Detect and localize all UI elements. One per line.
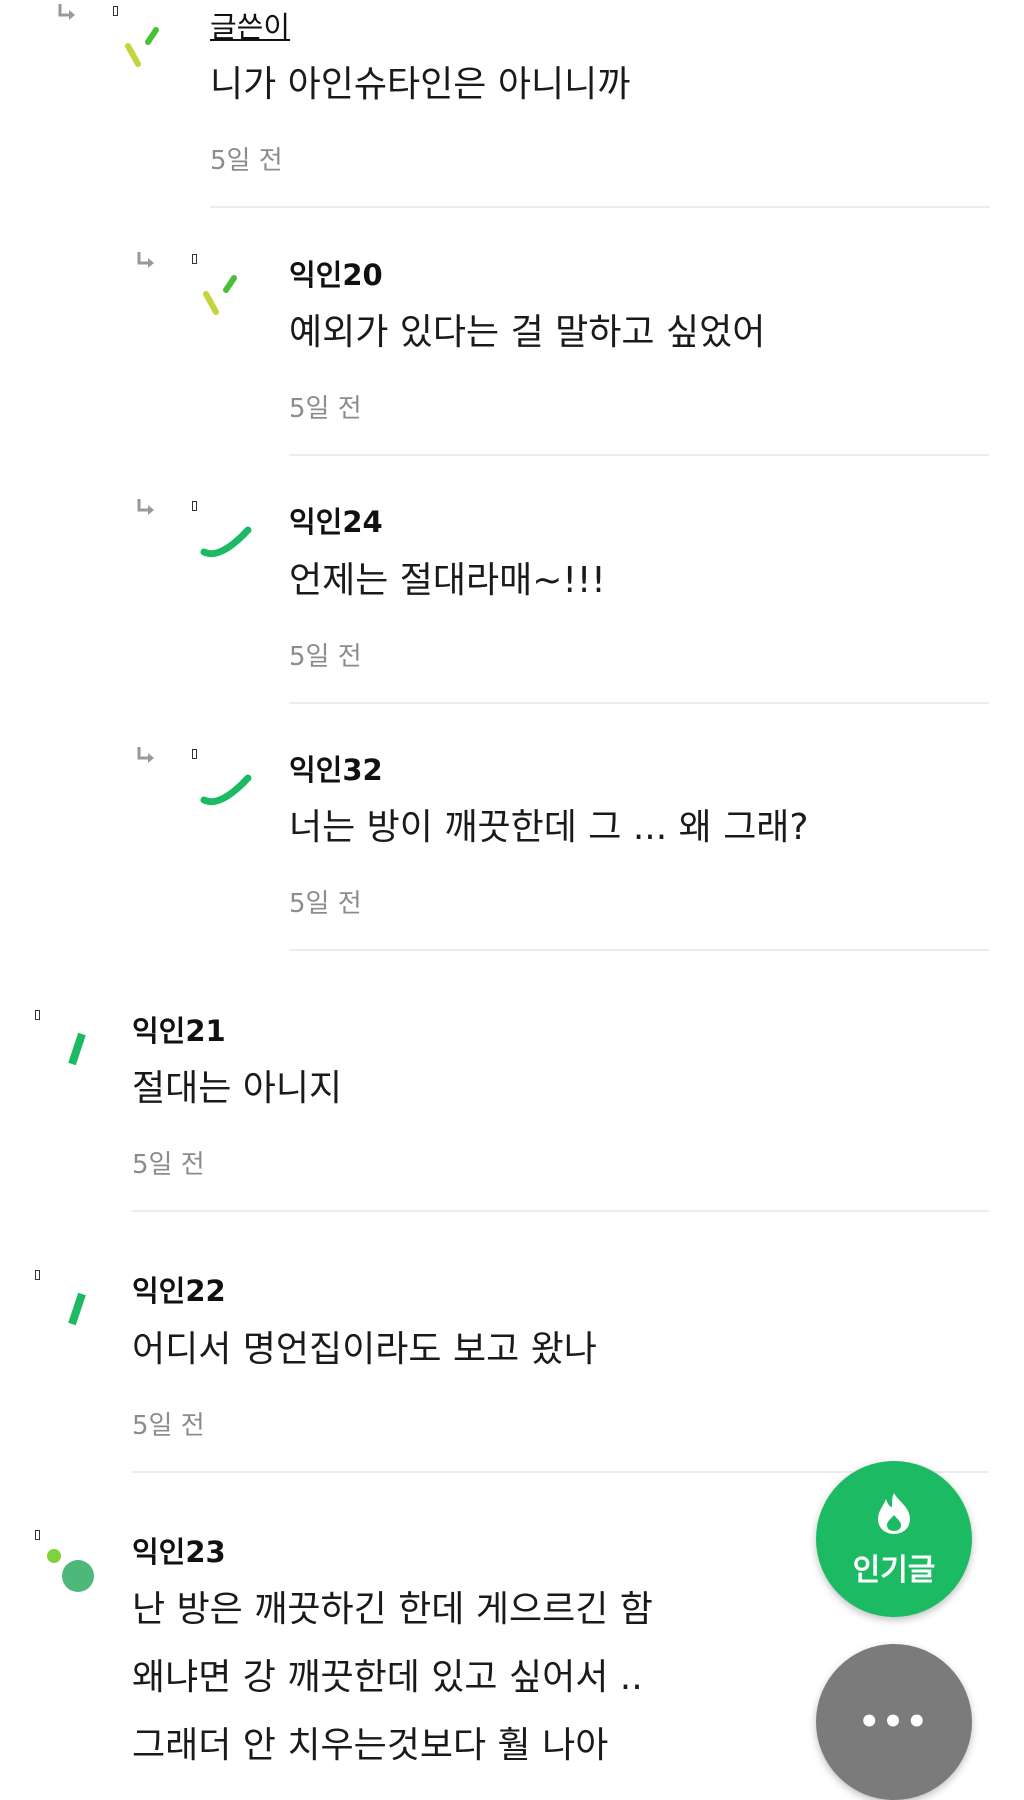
avatar-badge-icon: [192, 254, 197, 264]
fire-icon: [878, 1493, 910, 1534]
comment-time: 5일 전: [132, 1411, 205, 1441]
avatar-badge-icon: [35, 1010, 40, 1020]
slash-avatar-icon: [122, 22, 186, 86]
reply-arrow-icon: [137, 499, 154, 515]
slash-avatar-icon: [200, 270, 264, 334]
comment-author[interactable]: 익인20: [289, 252, 383, 294]
comment-divider: [289, 454, 989, 456]
comment-content-line: 난 방은 깨끗하긴 한데 게으르긴 함: [132, 1589, 653, 1630]
more-options-button[interactable]: •••: [816, 1644, 972, 1800]
smile-avatar-icon: [200, 756, 264, 820]
comment-divider: [132, 1210, 989, 1212]
dots-avatar-icon: [40, 1544, 104, 1608]
reply-arrow-icon: [137, 252, 154, 268]
comment-divider: [210, 206, 990, 208]
avatar-badge-icon: [35, 1270, 40, 1280]
comment-content: 예외가 있다는 걸 말하고 싶었어: [289, 312, 766, 353]
avatar-badge-icon: [35, 1530, 40, 1540]
comment-time: 5일 전: [132, 1150, 205, 1180]
dash-avatar-icon: [50, 1280, 114, 1344]
comment-content: 니가 아인슈타인은 아니니까: [210, 64, 631, 105]
comment-time: 5일 전: [289, 394, 362, 424]
comment-author[interactable]: 익인21: [132, 1008, 226, 1050]
comment-time: 5일 전: [289, 889, 362, 919]
avatar-badge-icon: [113, 6, 118, 16]
comment-author[interactable]: 글쓴이: [210, 4, 290, 46]
more-dots-icon: •••: [858, 1702, 930, 1742]
dash-avatar-icon: [50, 1020, 114, 1084]
comment-divider: [289, 949, 989, 951]
reply-arrow-icon: [58, 4, 75, 20]
avatar-badge-icon: [192, 749, 197, 759]
comment-content-line: 그래더 안 치우는것보다 훨 나아: [132, 1725, 609, 1766]
popular-posts-button[interactable]: 인기글: [816, 1461, 972, 1617]
comment-content-line: 왜냐면 강 깨끗한데 있고 싶어서 ..: [132, 1657, 643, 1698]
reply-arrow-icon: [137, 747, 154, 763]
smile-avatar-icon: [200, 508, 264, 572]
popular-posts-label: 인기글: [852, 1553, 936, 1588]
avatar-badge-icon: [192, 501, 197, 511]
comment-author[interactable]: 익인23: [132, 1529, 226, 1571]
comment-time: 5일 전: [210, 146, 283, 176]
comment-author[interactable]: 익인22: [132, 1268, 226, 1310]
comment-divider: [289, 702, 989, 704]
comment-content: 어디서 명언집이라도 보고 왔나: [132, 1329, 597, 1370]
comment-content: 언제는 절대라매~!!!: [289, 560, 606, 601]
comment-author[interactable]: 익인32: [289, 747, 383, 789]
comment-time: 5일 전: [289, 642, 362, 672]
comment-content: 너는 방이 깨끗한데 그 ... 왜 그래?: [289, 807, 809, 848]
comment-author[interactable]: 익인24: [289, 499, 383, 541]
comment-content: 절대는 아니지: [132, 1068, 343, 1109]
